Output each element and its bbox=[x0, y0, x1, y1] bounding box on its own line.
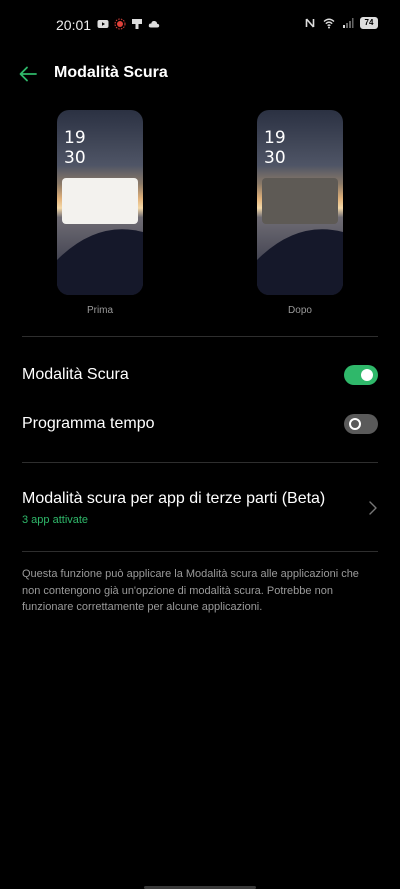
nfc-icon bbox=[305, 18, 315, 28]
third-party-apps-subtitle: 3 app attivate bbox=[22, 514, 89, 526]
record-icon bbox=[114, 18, 126, 30]
schedule-row[interactable]: Programma tempo bbox=[22, 414, 378, 437]
system-icons: 74 bbox=[304, 17, 378, 29]
arrow-left-icon bbox=[19, 66, 37, 82]
preview-clock: 19 30 bbox=[64, 128, 86, 168]
dark-mode-toggle[interactable] bbox=[344, 365, 378, 385]
dark-mode-label: Modalità Scura bbox=[22, 366, 129, 383]
status-time: 20:01 bbox=[56, 17, 92, 33]
app-bar: Modalità Scura bbox=[0, 52, 400, 94]
battery-icon: 74 bbox=[360, 17, 378, 29]
vpn-icon bbox=[132, 19, 142, 29]
preview-after: 19 30 bbox=[257, 110, 343, 295]
page-title: Modalità Scura bbox=[54, 64, 168, 81]
chevron-right-icon bbox=[369, 501, 377, 515]
dark-card bbox=[262, 178, 338, 224]
third-party-apps-label: Modalità scura per app di terze parti (B… bbox=[22, 490, 326, 507]
preview-before: 19 30 bbox=[57, 110, 143, 295]
back-button[interactable] bbox=[14, 60, 42, 88]
divider bbox=[22, 336, 378, 337]
signal-icon bbox=[343, 18, 354, 28]
status-bar: 20:01 74 bbox=[0, 0, 400, 48]
description-text: Questa funzione può applicare la Modalit… bbox=[22, 568, 359, 613]
schedule-label: Programma tempo bbox=[22, 415, 155, 432]
preview-clock: 19 30 bbox=[264, 128, 286, 168]
light-card bbox=[62, 178, 138, 224]
schedule-toggle[interactable] bbox=[344, 414, 378, 434]
preview-before-label: Prima bbox=[86, 305, 114, 316]
third-party-apps-row[interactable]: Modalità scura per app di terze parti (B… bbox=[22, 490, 378, 530]
divider bbox=[22, 462, 378, 463]
wifi-icon bbox=[323, 18, 335, 29]
divider bbox=[22, 551, 378, 552]
cloud-icon bbox=[148, 20, 160, 28]
youtube-icon bbox=[97, 20, 109, 28]
dark-mode-row[interactable]: Modalità Scura bbox=[22, 365, 378, 388]
preview-after-label: Dopo bbox=[288, 305, 312, 316]
notification-icons bbox=[97, 18, 160, 30]
